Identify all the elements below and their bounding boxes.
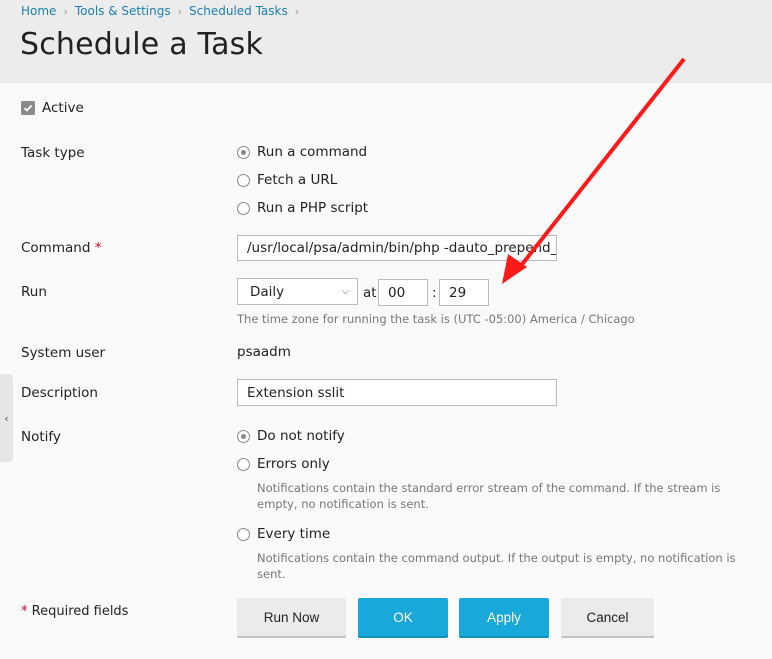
radio-button[interactable] bbox=[237, 145, 250, 159]
required-mark: * bbox=[94, 240, 102, 256]
checkmark-icon bbox=[23, 104, 33, 112]
run-label: Run bbox=[21, 284, 47, 300]
sidebar-toggle[interactable]: ‹ bbox=[0, 374, 13, 462]
every-time-hint: Notifications contain the command output… bbox=[257, 551, 736, 581]
run-frequency-value: Daily bbox=[250, 283, 285, 300]
ok-button[interactable]: OK bbox=[358, 598, 448, 636]
chevron-down-icon: ⌵ bbox=[342, 286, 349, 297]
cancel-button[interactable]: Cancel bbox=[561, 598, 654, 636]
timezone-hint: The time zone for running the task is (U… bbox=[237, 312, 635, 326]
task-type-option-run-command[interactable]: Run a command bbox=[237, 144, 367, 160]
required-mark: * bbox=[21, 604, 28, 619]
command-input[interactable]: /usr/local/psa/admin/bin/php -dauto_prep… bbox=[237, 235, 557, 261]
chevron-right-icon: › bbox=[177, 4, 183, 18]
apply-button[interactable]: Apply bbox=[459, 598, 549, 636]
active-label: Active bbox=[42, 100, 84, 116]
hour-input[interactable]: 00 bbox=[378, 279, 428, 306]
breadcrumb-scheduled-tasks[interactable]: Scheduled Tasks bbox=[189, 4, 288, 18]
breadcrumb-home[interactable]: Home bbox=[21, 4, 56, 18]
system-user-value: psaadm bbox=[237, 344, 291, 360]
page-title: Schedule a Task bbox=[20, 27, 264, 62]
option-label: Run a command bbox=[257, 144, 368, 160]
chevron-right-icon: › bbox=[294, 4, 300, 18]
option-label: Every time bbox=[257, 526, 331, 542]
radio-button[interactable] bbox=[237, 457, 250, 471]
required-fields-note: * Required fields bbox=[21, 604, 128, 619]
breadcrumb: Home › Tools & Settings › Scheduled Task… bbox=[21, 4, 306, 18]
breadcrumb-tools-settings[interactable]: Tools & Settings bbox=[75, 4, 171, 18]
description-value: Extension sslit bbox=[247, 384, 345, 401]
command-value: /usr/local/psa/admin/bin/php -dauto_prep… bbox=[247, 240, 557, 256]
option-label: Run a PHP script bbox=[257, 200, 369, 216]
radio-button[interactable] bbox=[237, 429, 250, 443]
active-checkbox[interactable] bbox=[21, 101, 35, 115]
notify-option-errors-only[interactable]: Errors only bbox=[237, 456, 330, 472]
chevron-right-icon: › bbox=[63, 4, 68, 18]
chevron-left-icon: ‹ bbox=[4, 411, 9, 425]
system-user-label: System user bbox=[21, 345, 106, 361]
description-label: Description bbox=[21, 385, 98, 401]
task-type-option-fetch-url[interactable]: Fetch a URL bbox=[237, 172, 337, 188]
minute-value: 29 bbox=[449, 284, 467, 301]
option-label: Fetch a URL bbox=[257, 172, 338, 188]
task-type-label: Task type bbox=[21, 145, 85, 161]
at-label: at bbox=[363, 285, 377, 301]
radio-button[interactable] bbox=[237, 201, 250, 215]
notify-label: Notify bbox=[21, 429, 61, 445]
errors-only-hint: Notifications contain the standard error… bbox=[257, 481, 721, 511]
radio-button[interactable] bbox=[237, 173, 250, 187]
time-colon: : bbox=[432, 285, 437, 301]
hour-value: 00 bbox=[388, 284, 406, 301]
notify-option-do-not-notify[interactable]: Do not notify bbox=[237, 428, 345, 444]
required-fields-text: Required fields bbox=[31, 604, 129, 619]
description-input[interactable]: Extension sslit bbox=[237, 379, 557, 406]
command-label: Command * bbox=[21, 240, 101, 256]
notify-option-every-time[interactable]: Every time bbox=[237, 526, 330, 542]
run-now-button[interactable]: Run Now bbox=[237, 598, 346, 636]
page-header: Home › Tools & Settings › Scheduled Task… bbox=[0, 0, 772, 83]
option-label: Errors only bbox=[257, 456, 330, 472]
minute-input[interactable]: 29 bbox=[439, 279, 489, 306]
command-label-text: Command bbox=[21, 240, 91, 256]
option-label: Do not notify bbox=[257, 428, 345, 444]
task-type-option-php-script[interactable]: Run a PHP script bbox=[237, 200, 368, 216]
active-checkbox-row[interactable]: Active bbox=[21, 100, 84, 116]
radio-button[interactable] bbox=[237, 527, 250, 541]
run-frequency-select[interactable]: Daily ⌵ bbox=[237, 278, 358, 305]
